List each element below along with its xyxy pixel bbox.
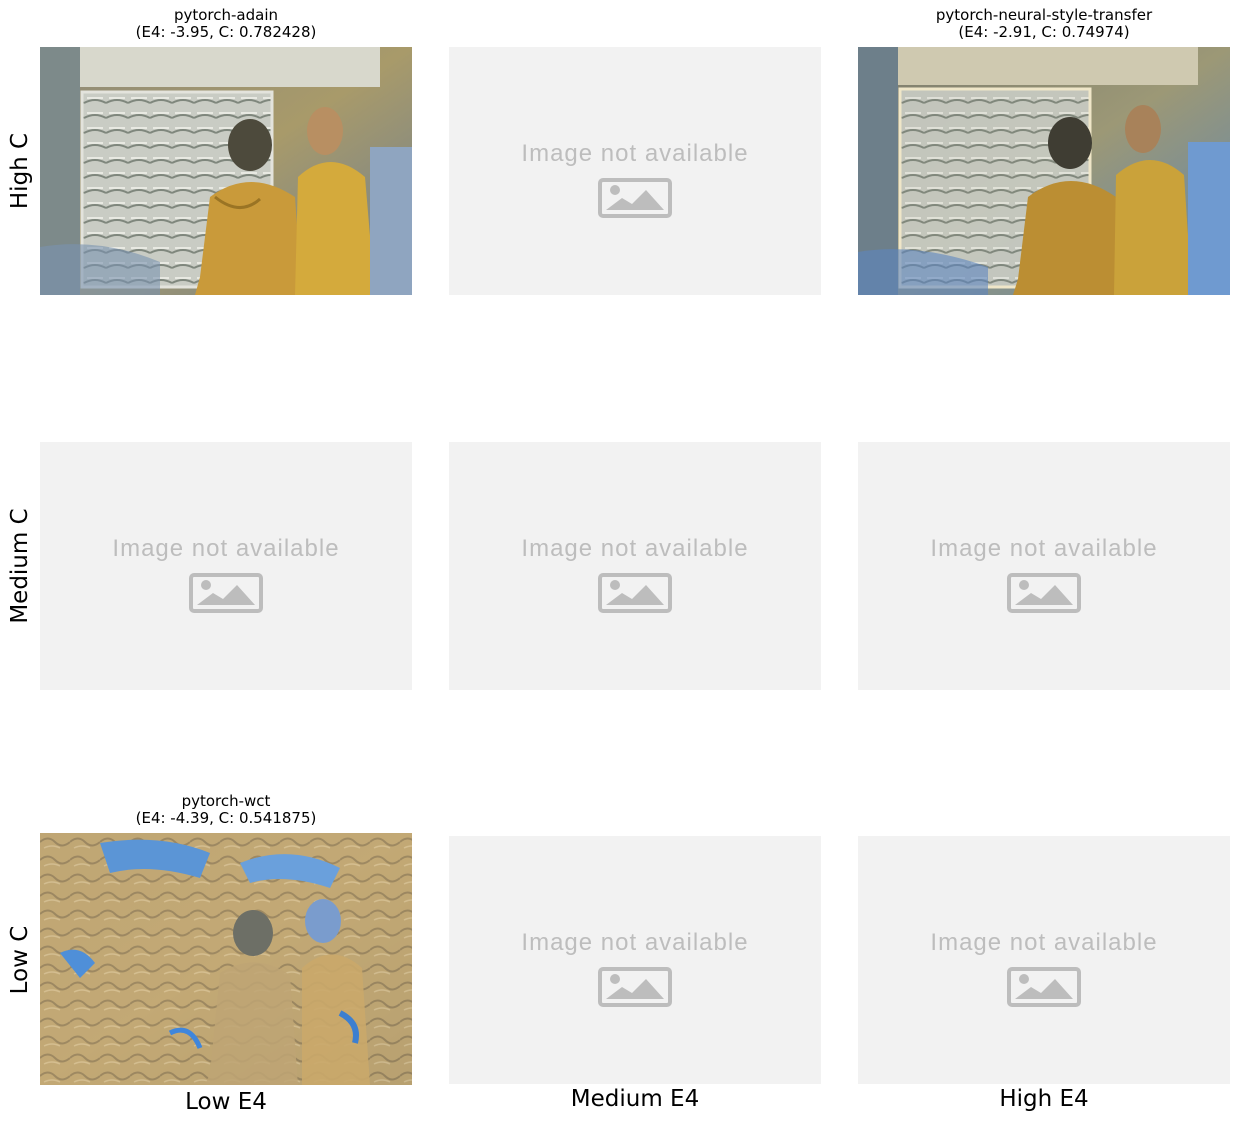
col-label-low-e4: Low E4: [185, 1089, 267, 1115]
image-not-available-panel: Image not available: [449, 47, 821, 295]
placeholder-text: Image not available: [521, 929, 749, 956]
image-placeholder-icon: [598, 178, 672, 218]
method-metrics: (E4: -4.39, C: 0.541875): [135, 809, 317, 827]
method-metrics: (E4: -2.91, C: 0.74974): [958, 23, 1130, 41]
placeholder-text: Image not available: [930, 535, 1158, 562]
placeholder-text: Image not available: [521, 140, 749, 167]
method-metrics: (E4: -3.95, C: 0.782428): [135, 23, 317, 41]
cell-title: pytorch-adain (E4: -3.95, C: 0.782428): [40, 7, 412, 41]
method-name: pytorch-wct: [181, 792, 271, 810]
image-placeholder-icon: [1007, 967, 1081, 1007]
row-label-low-c: Low C: [7, 925, 33, 995]
image-placeholder-icon: [189, 573, 263, 613]
image-not-available-panel: Image not available: [40, 442, 412, 690]
image-placeholder-icon: [598, 573, 672, 613]
image-placeholder-icon: [598, 967, 672, 1007]
method-name: pytorch-neural-style-transfer: [935, 6, 1153, 24]
stylized-image-wct: [40, 833, 412, 1085]
image-not-available-panel: Image not available: [449, 836, 821, 1084]
placeholder-text: Image not available: [521, 535, 749, 562]
image-not-available-panel: Image not available: [449, 442, 821, 690]
image-placeholder-icon: [1007, 573, 1081, 613]
image-not-available-panel: Image not available: [858, 442, 1230, 690]
row-label-high-c: High C: [7, 132, 33, 210]
placeholder-text: Image not available: [112, 535, 340, 562]
col-label-medium-e4: Medium E4: [570, 1086, 700, 1112]
cell-title: pytorch-wct (E4: -4.39, C: 0.541875): [40, 793, 412, 827]
placeholder-text: Image not available: [930, 929, 1158, 956]
col-label-high-e4: High E4: [999, 1086, 1089, 1112]
stylized-image-neural-style-transfer: [858, 47, 1230, 295]
row-label-medium-c: Medium C: [7, 508, 33, 624]
cell-title: pytorch-neural-style-transfer (E4: -2.91…: [858, 7, 1230, 41]
stylized-image-adain: [40, 47, 412, 295]
image-not-available-panel: Image not available: [858, 836, 1230, 1084]
method-name: pytorch-adain: [173, 6, 279, 24]
